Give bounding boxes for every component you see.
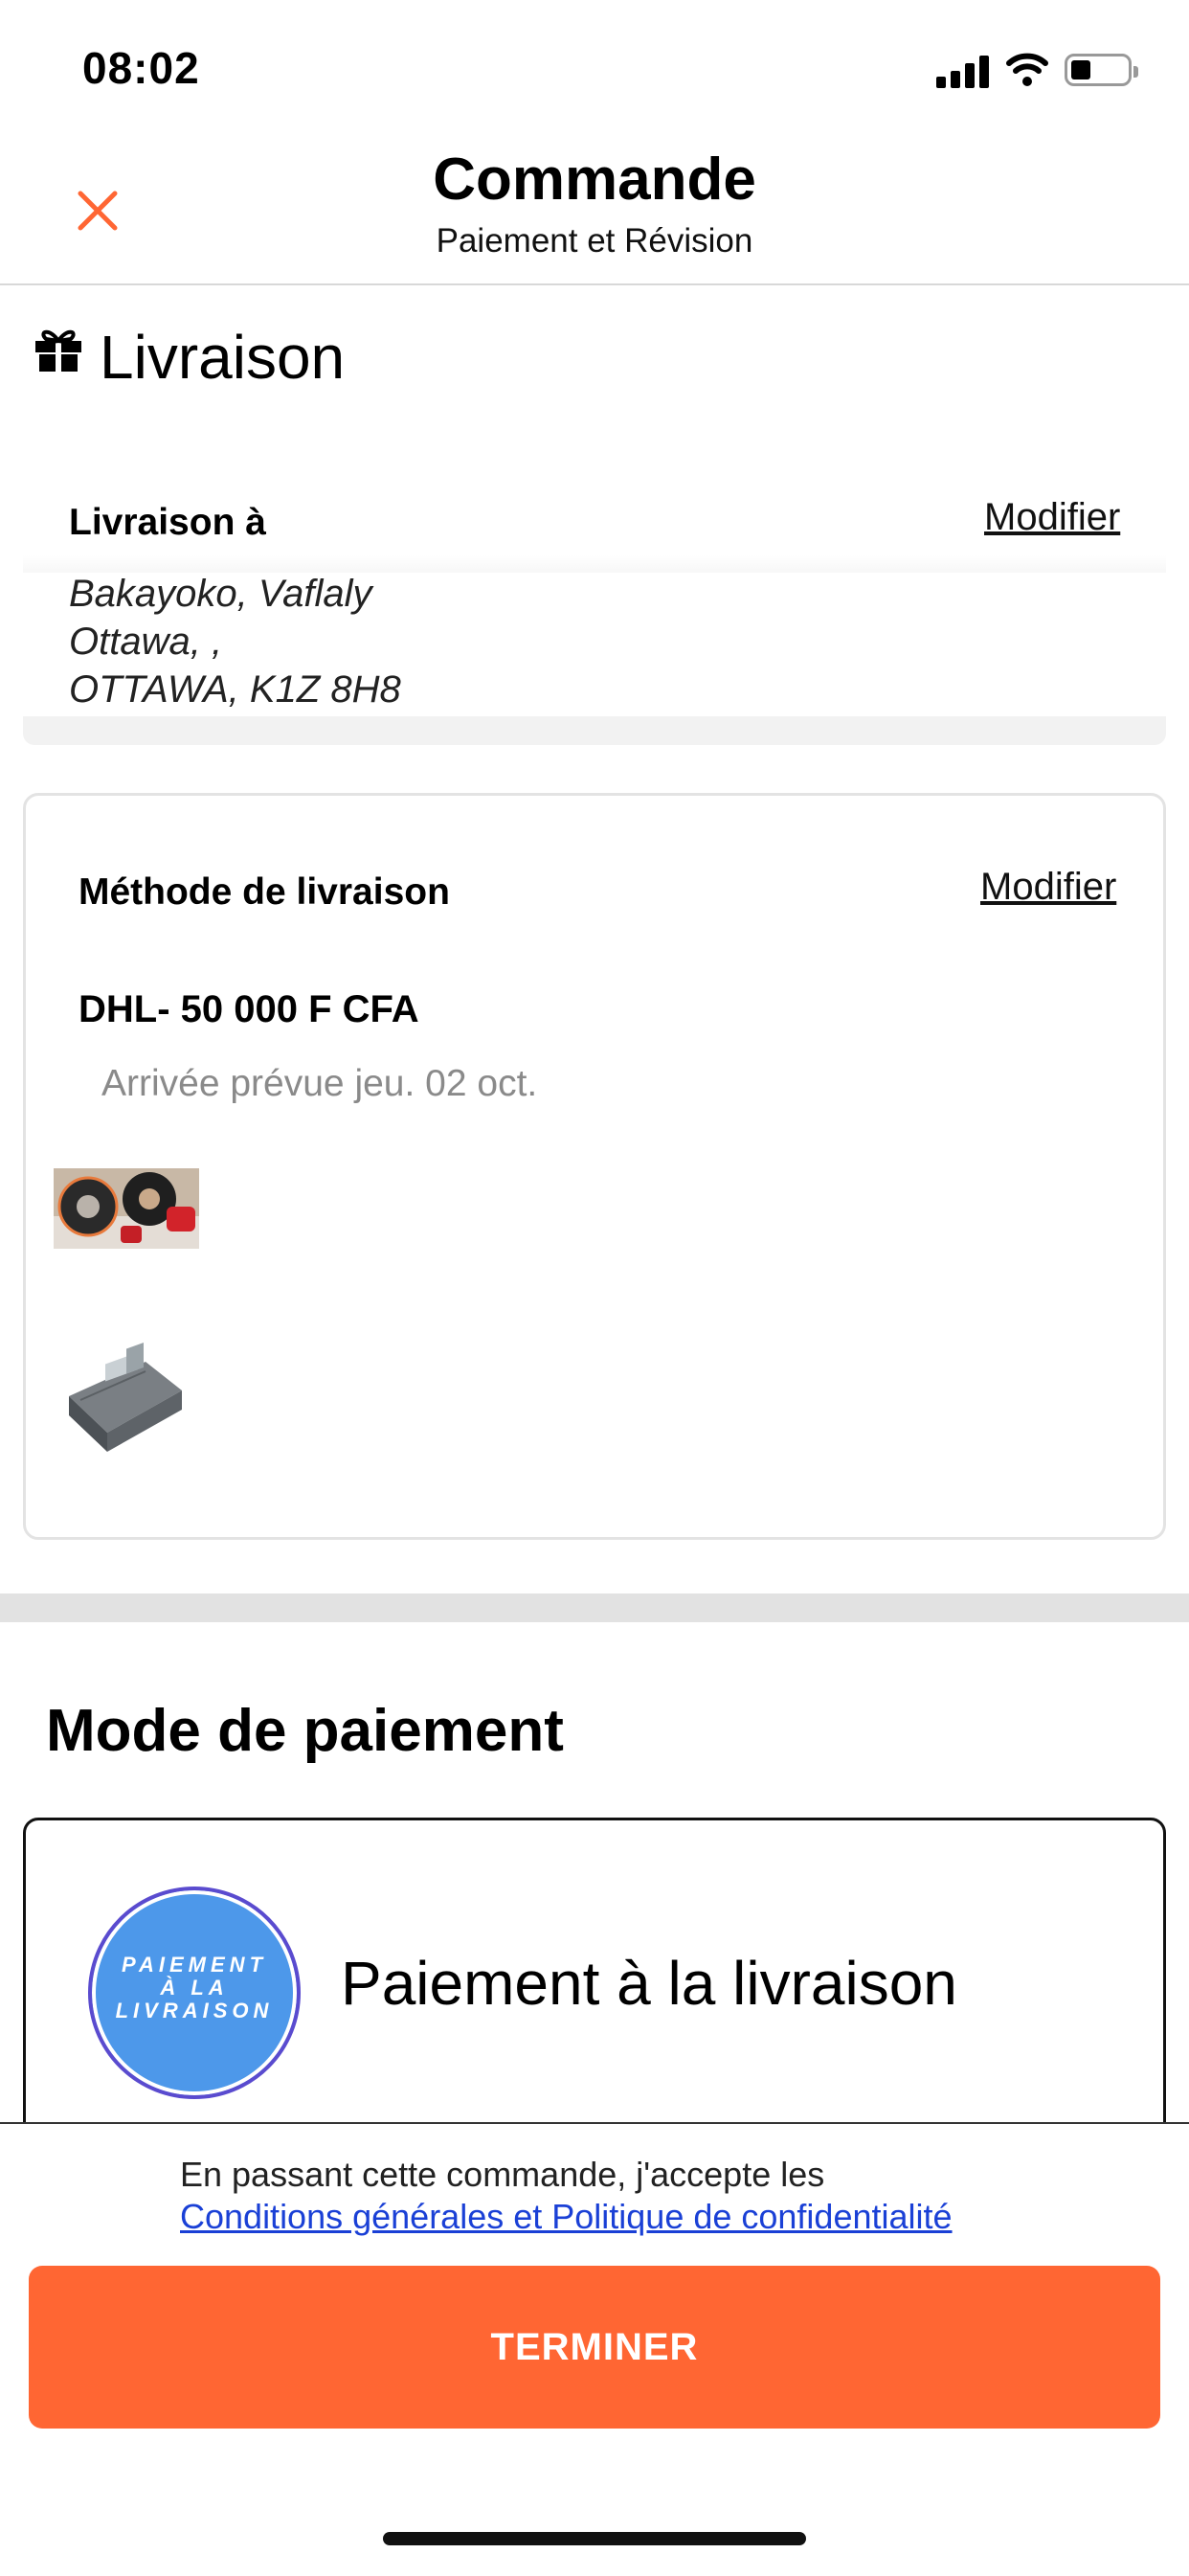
address-line-city: Ottawa, ,: [69, 621, 223, 663]
modify-delivery-method-link[interactable]: Modifier: [980, 866, 1116, 909]
gift-icon: [35, 329, 81, 372]
delivery-section-title: Livraison: [100, 323, 346, 392]
payment-section-title: Mode de paiement: [46, 1698, 564, 1764]
address-label: Livraison à: [69, 502, 266, 543]
page-subtitle: Paiement et Révision: [436, 222, 753, 260]
address-card-divider: [23, 555, 1166, 573]
wifi-icon: [1006, 53, 1048, 86]
section-separator: [0, 1593, 1189, 1622]
finish-button[interactable]: TERMINER: [29, 2266, 1160, 2429]
header-divider: [0, 283, 1189, 285]
terms-text: En passant cette commande, j'accepte les: [180, 2155, 825, 2194]
terms-link[interactable]: Conditions générales et Politique de con…: [180, 2197, 953, 2237]
address-line-postal: OTTAWA, K1Z 8H8: [69, 668, 401, 711]
delivery-method-price: DHL- 50 000 F CFA: [79, 988, 419, 1030]
cash-on-delivery-logo-text: PAIEMENT À LA LIVRAISON: [115, 1953, 274, 2022]
home-indicator: [383, 2532, 806, 2545]
delivery-eta: Arrivée prévue jeu. 02 oct.: [101, 1063, 538, 1104]
address-card-footer: [23, 716, 1166, 745]
cellular-signal-icon: [936, 54, 990, 88]
battery-icon: [1065, 54, 1138, 86]
delivery-method-label: Méthode de livraison: [79, 871, 450, 913]
brake-discs-thumbnail: [54, 1168, 199, 1249]
modify-address-link[interactable]: Modifier: [984, 496, 1120, 539]
page-title: Commande: [433, 147, 756, 213]
payment-option-label[interactable]: Paiement à la livraison: [341, 1948, 957, 2019]
status-time: 08:02: [82, 43, 200, 93]
address-line-name: Bakayoko, Vaflaly: [69, 573, 372, 615]
control-unit-thumbnail: [59, 1333, 191, 1480]
